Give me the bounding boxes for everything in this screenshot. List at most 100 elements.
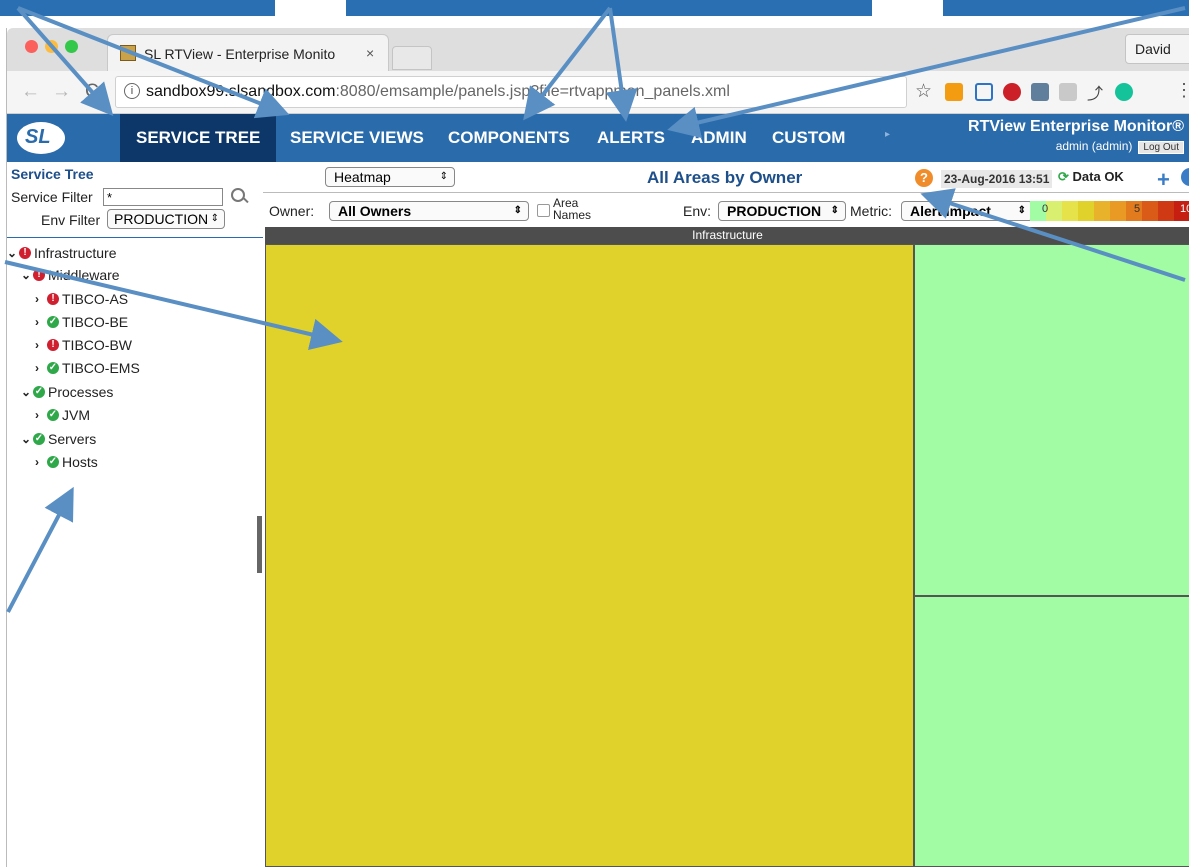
profile-button[interactable]: David — [1125, 34, 1189, 64]
metric-select[interactable]: Alert Impact ⇕ — [901, 201, 1033, 221]
sl-logo: SL — [17, 122, 65, 154]
extension-screen-icon[interactable] — [975, 83, 993, 101]
tree-node-jvm[interactable]: › ✓ JVM — [35, 404, 90, 426]
nav-components[interactable]: COMPONENTS — [448, 114, 570, 162]
extension-runner-icon[interactable]: ⤴ — [1087, 80, 1105, 103]
chevron-right-icon: › — [35, 338, 39, 352]
tree-label: Processes — [48, 384, 114, 400]
area-names-checkbox[interactable] — [537, 204, 550, 217]
tree-node-tibco-bw[interactable]: ›! TIBCO-BW — [35, 334, 132, 356]
reload-icon[interactable]: C — [85, 81, 99, 103]
grammarly-icon[interactable] — [1115, 83, 1133, 101]
url-host: sandbox99.slsandbox.com — [146, 83, 336, 100]
view-type-select[interactable]: Heatmap ⇕ — [325, 167, 455, 187]
address-bar[interactable]: i sandbox99.slsandbox.com:8080/emsample/… — [115, 76, 907, 108]
close-tab-icon[interactable]: × — [366, 45, 374, 61]
tree-node-tibco-as[interactable]: ›! TIBCO-AS — [35, 288, 128, 310]
chevron-right-icon: › — [35, 292, 39, 306]
brand-block: RTView Enterprise Monitor® admin (admin)… — [968, 118, 1184, 154]
tree-label: Hosts — [62, 454, 98, 470]
extension-square-icon[interactable] — [1031, 83, 1049, 101]
tree-node-middleware[interactable]: ⌄! Middleware — [21, 264, 120, 286]
add-icon[interactable]: + — [1157, 167, 1170, 193]
heatmap-cell-green-top[interactable] — [914, 244, 1189, 596]
chevron-right-icon: › — [35, 455, 39, 469]
ok-status-icon: ✓ — [33, 433, 45, 445]
select-arrows-icon: ⇕ — [1017, 205, 1026, 216]
tree-node-servers[interactable]: ⌄ ✓ Servers — [21, 428, 96, 450]
select-arrows-icon: ⇕ — [830, 205, 839, 216]
owner-select[interactable]: All Owners ⇕ — [329, 201, 529, 221]
service-tree-panel: Service Tree Service Filter Env Filter P… — [7, 162, 264, 867]
browser-toolbar: ← → C i sandbox99.slsandbox.com:8080/ems… — [7, 71, 1189, 114]
bookmark-star-icon[interactable]: ☆ — [915, 80, 932, 103]
heatmap-cell-yellow[interactable] — [265, 244, 914, 867]
nav-service-tree[interactable]: SERVICE TREE — [120, 114, 277, 162]
ok-status-icon: ✓ — [47, 316, 59, 328]
tree-node-infrastructure[interactable]: ⌄! Infrastructure — [7, 242, 116, 264]
env-select[interactable]: PRODUCTION ⇕ — [718, 201, 846, 221]
tree-node-processes[interactable]: ⌄ ✓ Processes — [21, 381, 113, 403]
view-toolbar: Heatmap ⇕ All Areas by Owner ? 23-Aug-201… — [263, 162, 1189, 193]
back-arrow-icon[interactable]: ← — [21, 81, 40, 103]
alert-status-icon: ! — [47, 339, 59, 351]
select-arrows-icon: ⇕ — [439, 171, 448, 182]
ok-status-icon: ✓ — [47, 409, 59, 421]
tree-node-hosts[interactable]: › ✓ Hosts — [35, 451, 98, 473]
chevron-right-icon: › — [35, 315, 39, 329]
browser-window: SL RTView - Enterprise Monito × David ← … — [6, 28, 1189, 867]
callout-box-center — [346, 0, 872, 16]
select-arrows-icon: ⇕ — [210, 213, 219, 224]
heatmap-group-header: Infrastructure — [265, 227, 1189, 244]
env-filter-select[interactable]: PRODUCTION ⇕ — [107, 209, 225, 229]
owner-value: All Owners — [338, 203, 412, 219]
data-status-label: Data OK — [1072, 169, 1124, 184]
data-status: ⟳ Data OK — [1058, 169, 1124, 185]
heatmap-cell-green-bottom[interactable] — [914, 596, 1189, 867]
info-help-icon[interactable] — [1181, 168, 1189, 186]
nav-alerts[interactable]: ALERTS — [597, 114, 665, 162]
extension-chart-icon[interactable] — [945, 83, 963, 101]
help-icon[interactable]: ? — [915, 169, 933, 187]
logout-button[interactable]: Log Out — [1138, 141, 1184, 154]
browser-tab-title: SL RTView - Enterprise Monito — [144, 46, 336, 62]
chevron-down-icon: ⌄ — [21, 385, 32, 399]
ok-status-icon: ✓ — [47, 362, 59, 374]
legend-tick-0: 0 — [1042, 203, 1048, 215]
tree-label: Middleware — [48, 267, 120, 283]
url-text: sandbox99.slsandbox.com:8080/emsample/pa… — [146, 83, 730, 101]
service-filter-label: Service Filter — [11, 189, 93, 205]
alert-status-icon: ! — [47, 293, 59, 305]
favicon-icon — [120, 45, 136, 61]
alert-status-icon: ! — [19, 247, 31, 259]
logged-in-user: admin (admin) — [1055, 139, 1133, 153]
pinterest-icon[interactable] — [1003, 83, 1021, 101]
tree-node-tibco-be[interactable]: › ✓ TIBCO-BE — [35, 311, 128, 333]
env-filter-label: Env Filter — [41, 212, 101, 228]
forward-arrow-icon[interactable]: → — [52, 81, 71, 103]
nav-overflow-icon[interactable]: ▸ — [885, 129, 890, 140]
search-icon[interactable] — [231, 188, 245, 202]
nav-admin[interactable]: ADMIN — [691, 114, 747, 162]
panel-resize-handle[interactable] — [257, 516, 262, 573]
nav-custom[interactable]: CUSTOM — [772, 114, 845, 162]
tree-label: TIBCO-AS — [62, 291, 129, 307]
legend-tick-5: 5 — [1134, 203, 1140, 215]
tree-label: Servers — [48, 431, 97, 447]
service-filter-input[interactable] — [103, 188, 223, 206]
tree-node-tibco-ems[interactable]: › ✓ TIBCO-EMS — [35, 357, 140, 379]
info-icon[interactable]: i — [124, 83, 140, 99]
minimize-window-icon[interactable] — [45, 40, 58, 53]
refresh-icon: ⟳ — [1058, 169, 1069, 184]
nav-service-views[interactable]: SERVICE VIEWS — [290, 114, 424, 162]
view-type-value: Heatmap — [334, 169, 391, 185]
drive-icon[interactable] — [1059, 83, 1077, 101]
maximize-window-icon[interactable] — [65, 40, 78, 53]
new-tab-button[interactable] — [392, 46, 432, 70]
panel-divider — [7, 237, 263, 238]
page-title: All Areas by Owner — [647, 168, 803, 187]
chevron-down-icon: ⌄ — [21, 432, 32, 446]
browser-tab[interactable]: SL RTView - Enterprise Monito × — [107, 34, 389, 72]
menu-dots-icon[interactable]: ⋮ — [1175, 80, 1189, 101]
close-window-icon[interactable] — [25, 40, 38, 53]
